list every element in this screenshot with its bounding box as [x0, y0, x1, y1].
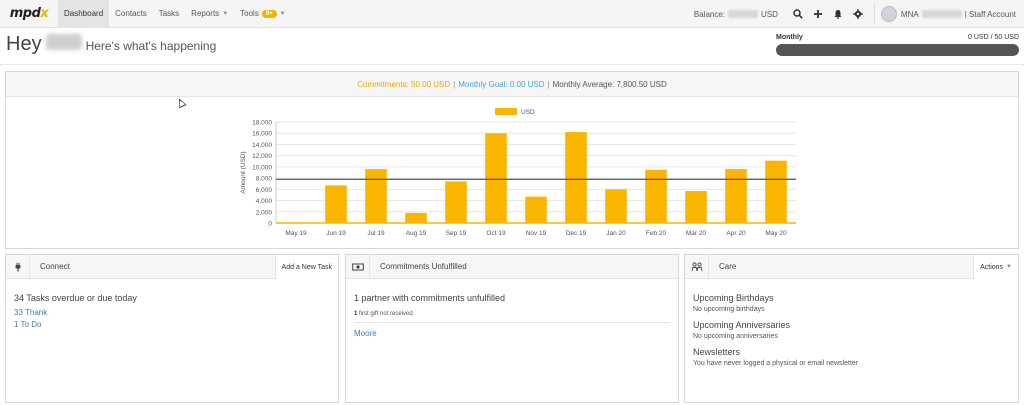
y-tick-label: 2,000 — [256, 209, 273, 216]
bar — [365, 169, 387, 223]
bar — [525, 196, 547, 223]
x-tick-label: Jan 20 — [606, 230, 626, 237]
x-tick-label: Feb 20 — [646, 230, 667, 237]
nav-dashboard[interactable]: Dashboard — [58, 0, 110, 28]
money-icon — [346, 254, 370, 279]
chart-summary: Commitments: 50.00 USD | Monthly Goal: 0… — [6, 72, 1018, 97]
gear-icon[interactable] — [848, 0, 868, 28]
birthdays-heading: Upcoming Birthdays — [693, 293, 774, 303]
bar-chart: 0 2,000 4,000 6,000 8,000 10,000 12,000 14,000 1… — [240, 108, 796, 237]
balance: Balance: USD — [693, 9, 778, 19]
bell-icon[interactable] — [828, 0, 848, 28]
task-link-todo[interactable]: 1 To Do — [14, 320, 330, 329]
bar — [725, 169, 747, 223]
donations-chart-panel: Commitments: 50.00 USD | Monthly Goal: 0… — [5, 71, 1019, 249]
chevron-down-icon: ▼ — [1006, 264, 1012, 270]
chevron-down-icon: ▼ — [222, 10, 229, 17]
bar — [485, 133, 507, 223]
add-task-button[interactable]: Add a New Task — [274, 255, 338, 279]
plus-icon[interactable] — [808, 0, 828, 28]
actions-button[interactable]: Actions ▼ — [973, 255, 1018, 279]
monthly-average-summary: Monthly Average: 7,800.50 USD — [552, 79, 667, 89]
x-tick-label: Nov 19 — [526, 230, 547, 237]
tasks-summary: 34 Tasks overdue or due today — [14, 293, 137, 303]
bar — [645, 169, 667, 223]
account-menu[interactable]: MNA | Staff Account — [901, 10, 1016, 19]
nav-tools[interactable]: Tools 9+ ▼ — [234, 0, 291, 28]
account-name-redacted — [921, 10, 962, 18]
y-tick-label: 18,000 — [252, 120, 272, 127]
x-tick-label: Apr 20 — [726, 230, 746, 237]
y-tick-label: 4,000 — [256, 198, 273, 205]
y-tick-label: 12,000 — [252, 153, 272, 160]
anniversaries-text: No upcoming anniversaries — [693, 333, 778, 340]
tools-badge: 9+ — [261, 9, 277, 18]
newsletters-text: You have never logged a physical or emai… — [693, 360, 859, 367]
goal-progress-bar — [776, 44, 1019, 56]
divider — [873, 4, 875, 24]
bar — [445, 181, 467, 223]
x-tick-label: Jul 19 — [367, 230, 385, 237]
x-tick-label: May 20 — [765, 230, 787, 237]
chevron-down-icon: ▼ — [279, 10, 286, 17]
task-link-thank[interactable]: 33 Thank — [14, 308, 330, 317]
user-name-redacted — [45, 34, 82, 50]
people-icon — [685, 254, 709, 279]
page-title: Hey Here's what's happening — [6, 33, 217, 55]
bar — [685, 191, 707, 223]
balance-value-redacted — [728, 10, 759, 18]
search-icon[interactable] — [788, 0, 808, 28]
y-tick-label: 6,000 — [256, 187, 273, 194]
bar — [565, 132, 587, 223]
logo[interactable]: mpd x — [0, 0, 58, 28]
nav-tasks[interactable]: Tasks — [153, 0, 185, 28]
nav-right: Balance: USD MNA | Staff Account — [694, 0, 1024, 28]
y-tick-label: 8,000 — [256, 176, 273, 183]
bar — [325, 185, 347, 223]
y-tick-label: 16,000 — [252, 131, 272, 138]
commitments-panel: Commitments Unfulfilled 1 partner with c… — [345, 254, 679, 403]
x-tick-label: Aug 19 — [406, 230, 427, 237]
commitment-detail: 1 first gift not received — [354, 311, 413, 317]
divider — [0, 64, 1024, 65]
commitments-summary-text: 1 partner with commitments unfulfilled — [354, 293, 506, 303]
y-axis-label: Amount (USD) — [240, 151, 247, 193]
x-tick-label: Oct 19 — [486, 230, 506, 237]
bar — [405, 212, 427, 223]
monthly-goal-summary[interactable]: Monthly Goal: 0.00 USD — [458, 80, 544, 89]
connect-panel: Connect Add a New Task 34 Tasks overdue … — [5, 254, 339, 403]
x-tick-label: Jun 19 — [326, 230, 346, 237]
plug-icon — [6, 254, 30, 279]
care-panel: Care Actions ▼ Upcoming Birthdays No upco… — [684, 254, 1019, 403]
nav-contacts[interactable]: Contacts — [109, 0, 153, 28]
y-tick-label: 0 — [268, 221, 272, 228]
nav-reports[interactable]: Reports ▼ — [185, 0, 234, 28]
legend-label: USD — [521, 109, 535, 116]
newsletters-heading: Newsletters — [693, 347, 741, 357]
x-tick-label: Sep 19 — [446, 230, 467, 237]
commitments-summary[interactable]: Commitments: 50.00 USD — [357, 80, 450, 89]
x-tick-label: May 19 — [285, 230, 307, 237]
bar — [605, 189, 627, 223]
y-tick-label: 14,000 — [252, 142, 272, 149]
partner-link[interactable]: Moore — [354, 329, 670, 338]
legend-swatch — [495, 108, 517, 115]
x-tick-label: Mar 20 — [686, 230, 707, 237]
monthly-goal: Monthly 0 USD / 50 USD — [776, 34, 1019, 56]
avatar[interactable] — [880, 6, 897, 22]
bar — [765, 160, 787, 223]
divider — [354, 322, 670, 323]
x-tick-label: Dec 19 — [566, 230, 587, 237]
anniversaries-heading: Upcoming Anniversaries — [693, 320, 791, 330]
birthdays-text: No upcoming birthdays — [693, 306, 765, 313]
top-nav: mpd x Dashboard Contacts Tasks Reports ▼ T… — [0, 0, 1024, 28]
y-tick-label: 10,000 — [252, 164, 272, 171]
